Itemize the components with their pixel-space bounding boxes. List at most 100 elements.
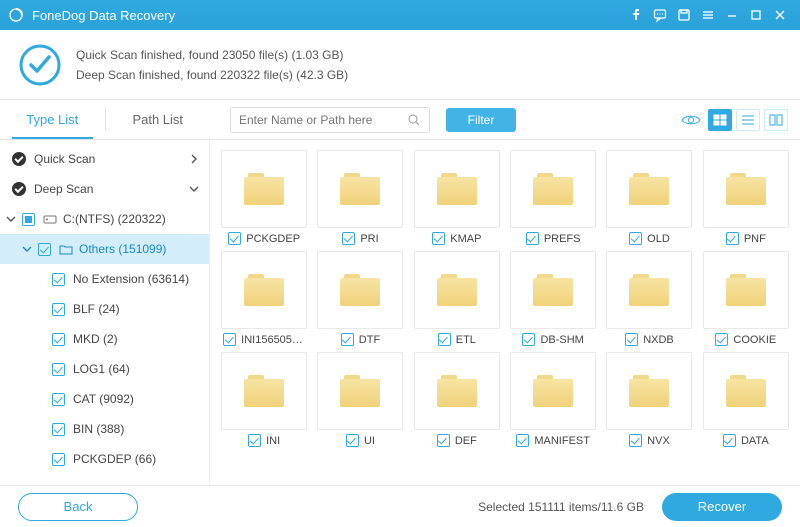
sidebar-quick-scan[interactable]: Quick Scan [0,144,209,174]
titlebar: FoneDog Data Recovery [0,0,800,30]
grid-item[interactable]: DTF [314,251,406,346]
sidebar-item-others[interactable]: Others (151099) [0,234,209,264]
checkbox-icon[interactable] [223,333,236,346]
sidebar-item[interactable]: LOG1 (64) [0,354,209,384]
folder-thumb[interactable] [221,352,307,430]
sidebar-drive[interactable]: C:(NTFS) (220322) [0,204,209,234]
grid-item[interactable]: INI1565052569 [218,251,310,346]
sidebar-item[interactable]: MKD (2) [0,324,209,354]
checkbox-icon[interactable] [248,434,261,447]
preview-toggle-icon[interactable] [678,109,704,131]
grid-item[interactable]: INI [218,352,310,447]
grid-item[interactable]: KMAP [411,150,503,245]
grid-item-label: COOKIE [733,334,776,346]
checkbox-icon[interactable] [629,434,642,447]
grid-item[interactable]: OLD [603,150,695,245]
folder-thumb[interactable] [510,150,596,228]
folder-thumb[interactable] [317,150,403,228]
checkbox-icon[interactable] [629,232,642,245]
checkbox-icon[interactable] [625,333,638,346]
folder-thumb[interactable] [317,352,403,430]
grid-item[interactable]: COOKIE [700,251,792,346]
recover-button[interactable]: Recover [662,493,782,521]
facebook-icon[interactable] [624,3,648,27]
folder-thumb[interactable] [221,251,307,329]
folder-thumb[interactable] [703,352,789,430]
checkbox-icon[interactable] [723,434,736,447]
back-button[interactable]: Back [18,493,138,521]
checkbox-icon[interactable] [726,232,739,245]
checkbox-icon[interactable] [38,243,51,256]
checkbox-icon[interactable] [52,273,65,286]
folder-thumb[interactable] [703,150,789,228]
folder-thumb[interactable] [510,251,596,329]
sidebar-item[interactable]: BLF (24) [0,294,209,324]
search-input[interactable] [239,113,407,127]
feedback-icon[interactable] [648,3,672,27]
grid-item[interactable]: NVX [603,352,695,447]
menu-icon[interactable] [696,3,720,27]
checkbox-icon[interactable] [52,393,65,406]
checkbox-icon[interactable] [516,434,529,447]
grid-item[interactable]: NXDB [603,251,695,346]
folder-thumb[interactable] [317,251,403,329]
sidebar-item[interactable]: PCKGDEP (66) [0,444,209,474]
search-input-wrap[interactable] [230,107,430,133]
grid-item[interactable]: ETL [411,251,503,346]
folder-thumb[interactable] [414,251,500,329]
grid-item[interactable]: DATA [700,352,792,447]
folder-thumb[interactable] [606,352,692,430]
folder-thumb[interactable] [606,150,692,228]
folder-thumb[interactable] [703,251,789,329]
tab-type-list-label: Type List [26,112,78,127]
grid-item[interactable]: PCKGDEP [218,150,310,245]
checkbox-icon[interactable] [346,434,359,447]
tab-path-list[interactable]: Path List [106,100,211,139]
folder-thumb[interactable] [414,150,500,228]
view-list-icon[interactable] [736,109,760,131]
checkbox-icon[interactable] [52,423,65,436]
sidebar-item[interactable]: BIN (388) [0,414,209,444]
save-icon[interactable] [672,3,696,27]
checkbox-icon[interactable] [522,333,535,346]
checkbox-icon[interactable] [342,232,355,245]
grid-item[interactable]: DB-SHM [507,251,599,346]
close-icon[interactable] [768,3,792,27]
grid-item[interactable]: PREFS [507,150,599,245]
folder-thumb[interactable] [510,352,596,430]
grid-item[interactable]: PRI [314,150,406,245]
folder-icon [59,244,73,255]
grid-item[interactable]: UI [314,352,406,447]
maximize-icon[interactable] [744,3,768,27]
checkbox-icon[interactable] [526,232,539,245]
checkbox-icon[interactable] [437,434,450,447]
view-detail-icon[interactable] [764,109,788,131]
checkbox-icon[interactable] [52,303,65,316]
tab-type-list[interactable]: Type List [0,100,105,139]
grid-item[interactable]: DEF [411,352,503,447]
sidebar-deep-scan[interactable]: Deep Scan [0,174,209,204]
checkbox-icon[interactable] [52,333,65,346]
checkbox-icon[interactable] [52,453,65,466]
checkbox-icon[interactable] [432,232,445,245]
view-grid-icon[interactable] [708,109,732,131]
folder-icon [340,274,380,306]
checkbox-icon[interactable] [22,213,35,226]
folder-thumb[interactable] [606,251,692,329]
grid-item[interactable]: PNF [700,150,792,245]
minimize-icon[interactable] [720,3,744,27]
grid-item[interactable]: MANIFEST [507,352,599,447]
file-grid: PCKGDEPPRIKMAPPREFSOLDPNF INI1565052569DT… [210,140,800,485]
folder-icon [533,274,573,306]
folder-thumb[interactable] [414,352,500,430]
checkbox-icon[interactable] [52,363,65,376]
sidebar-item[interactable]: No Extension (63614) [0,264,209,294]
checkbox-icon[interactable] [438,333,451,346]
filter-button[interactable]: Filter [446,108,516,132]
checkbox-icon[interactable] [341,333,354,346]
checkbox-icon[interactable] [715,333,728,346]
folder-icon [340,375,380,407]
folder-thumb[interactable] [221,150,307,228]
sidebar-item[interactable]: CAT (9092) [0,384,209,414]
checkbox-icon[interactable] [228,232,241,245]
